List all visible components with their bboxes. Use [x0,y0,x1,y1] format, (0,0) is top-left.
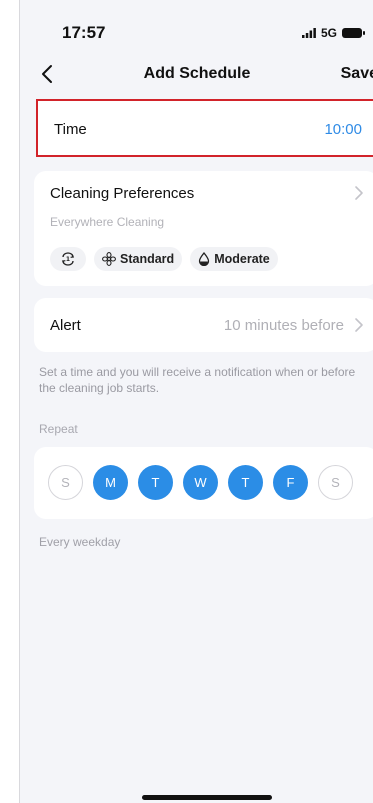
water-level-label: Moderate [214,252,270,266]
time-value[interactable]: 10:00 [324,121,362,138]
app-screen: 17:57 5G Add Schedule Save Time 10:00 Cl… [19,0,373,803]
day-toggle-wednesday[interactable]: W [183,465,218,500]
cleaning-preferences-title: Cleaning Preferences [50,185,195,202]
repeat-label: Repeat [39,422,78,436]
water-drop-icon [199,252,210,266]
status-indicators: 5G [301,26,365,40]
cleaning-times-icon: 1 [61,252,75,266]
svg-text:1: 1 [66,256,70,263]
suction-label: Standard [120,252,175,266]
day-toggle-saturday[interactable]: S [318,465,353,500]
day-toggle-friday[interactable]: F [273,465,308,500]
day-toggle-monday[interactable]: M [93,465,128,500]
suction-chip[interactable]: Standard [94,247,183,271]
chevron-right-icon [355,318,363,332]
home-indicator[interactable] [142,795,272,800]
cleaning-preferences-card[interactable]: Cleaning Preferences Everywhere Cleaning… [34,171,373,286]
alert-row[interactable]: Alert 10 minutes before [34,298,373,352]
page-title: Add Schedule [143,65,251,82]
save-button[interactable]: Save [341,65,373,83]
day-toggle-thursday[interactable]: T [228,465,263,500]
weekday-selector: S M T W T F S [48,465,353,500]
time-label: Time [54,121,87,138]
battery-icon [342,28,365,38]
chevron-right-icon [355,186,363,200]
status-bar: 17:57 5G [20,0,373,58]
day-toggle-tuesday[interactable]: T [138,465,173,500]
status-time: 17:57 [62,23,106,42]
cleaning-area-subtitle: Everywhere Cleaning [50,215,165,229]
signal-icon [301,28,316,38]
water-level-chip[interactable]: Moderate [190,247,278,271]
alert-note: Set a time and you will receive a notifi… [39,365,356,395]
alert-label: Alert [50,317,81,334]
repeat-days-card: S M T W T F S [34,447,373,519]
cleaning-times-chip[interactable]: 1 [50,247,86,271]
time-row[interactable]: Time 10:00 [36,99,373,157]
day-toggle-sunday[interactable]: S [48,465,83,500]
preference-chips: 1 Standard Moderate [50,247,278,271]
network-type: 5G [320,26,337,40]
alert-value: 10 minutes before [223,317,344,334]
repeat-summary: Every weekday [39,535,121,549]
nav-bar: Add Schedule Save [20,58,373,92]
fan-icon [102,252,116,266]
